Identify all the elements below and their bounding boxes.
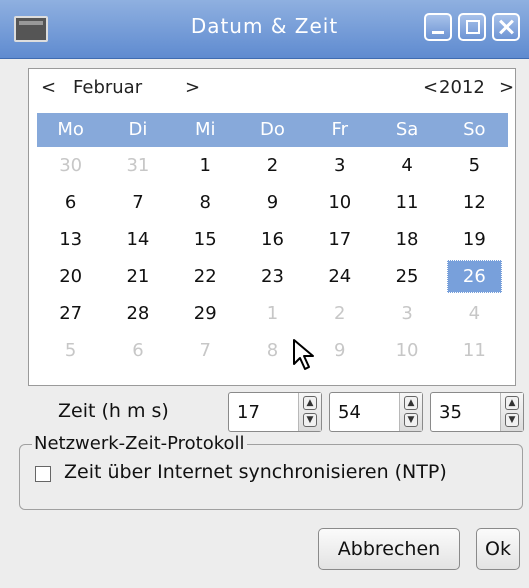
time-label: Zeit (h m s): [58, 400, 169, 422]
hours-spinbox[interactable]: 17 ▲ ▼: [228, 392, 322, 432]
month-label: Februar: [73, 77, 143, 98]
calendar-day[interactable]: 23: [239, 258, 306, 295]
calendar-day[interactable]: 4: [373, 147, 440, 184]
calendar-day[interactable]: 24: [306, 258, 373, 295]
calendar-day[interactable]: 22: [172, 258, 239, 295]
calendar-day[interactable]: 18: [373, 221, 440, 258]
hours-stepper[interactable]: ▲ ▼: [298, 393, 321, 431]
calendar-day[interactable]: 1: [239, 295, 306, 332]
weekday-label: Fr: [331, 119, 348, 140]
calendar-day[interactable]: 14: [104, 221, 171, 258]
calendar-day[interactable]: 3: [306, 147, 373, 184]
calendar-day[interactable]: 21: [104, 258, 171, 295]
hours-up-icon[interactable]: ▲: [303, 396, 317, 410]
ntp-checkbox[interactable]: [35, 466, 51, 482]
ntp-group-title: Netzwerk-Zeit-Protokoll: [32, 433, 247, 454]
weekday-label: So: [463, 119, 486, 140]
weekday-label: Do: [260, 119, 285, 140]
minutes-up-icon[interactable]: ▲: [404, 396, 418, 410]
calendar-day[interactable]: 28: [104, 295, 171, 332]
minutes-value: 54: [338, 402, 361, 423]
ntp-checkbox-label[interactable]: Zeit über Internet synchronisieren (NTP): [64, 461, 447, 483]
calendar-day[interactable]: 16: [239, 221, 306, 258]
calendar-day[interactable]: 1: [172, 147, 239, 184]
hours-down-icon[interactable]: ▼: [303, 413, 317, 427]
seconds-value: 35: [439, 402, 462, 423]
title-bar[interactable]: Datum & Zeit: [0, 0, 529, 59]
minutes-stepper[interactable]: ▲ ▼: [399, 393, 422, 431]
weekday-label: Mo: [57, 119, 84, 140]
date-time-window: Datum & Zeit < Februar > < 2012 > Mo Di …: [0, 0, 529, 588]
calendar-day[interactable]: 8: [172, 184, 239, 221]
calendar-day[interactable]: 3: [373, 295, 440, 332]
calendar-day[interactable]: 20: [37, 258, 104, 295]
mouse-pointer-icon: [293, 339, 314, 370]
calendar-day[interactable]: 9: [239, 184, 306, 221]
calendar-nav: < Februar > < 2012 >: [29, 69, 515, 111]
seconds-stepper[interactable]: ▲ ▼: [500, 393, 523, 431]
calendar-day[interactable]: 2: [306, 295, 373, 332]
calendar-day[interactable]: 17: [306, 221, 373, 258]
calendar-day[interactable]: 19: [441, 221, 508, 258]
day-grid: 30 31 1 2 3 4 5 6 7 8 9 10 11 12 13 14 15 16 17 18 19 20 21 22 2…: [37, 147, 508, 369]
hours-value: 17: [237, 402, 260, 423]
calendar-day[interactable]: 4: [441, 295, 508, 332]
minutes-spinbox[interactable]: 54 ▲ ▼: [329, 392, 423, 432]
calendar-day[interactable]: 10: [306, 184, 373, 221]
calendar-day[interactable]: 6: [37, 184, 104, 221]
calendar-day[interactable]: 29: [172, 295, 239, 332]
calendar-day[interactable]: 11: [441, 332, 508, 369]
calendar-day[interactable]: 5: [441, 147, 508, 184]
next-year-button[interactable]: >: [499, 77, 514, 98]
weekday-label: Sa: [395, 119, 419, 140]
calendar-day[interactable]: 30: [37, 147, 104, 184]
weekday-label: Mi: [194, 119, 216, 140]
prev-month-button[interactable]: <: [41, 77, 56, 98]
minimize-icon[interactable]: [424, 13, 452, 41]
calendar-day[interactable]: 31: [104, 147, 171, 184]
ok-button[interactable]: Ok: [476, 528, 520, 570]
calendar-day[interactable]: 25: [373, 258, 440, 295]
weekday-header: Mo Di Mi Do Fr Sa So: [37, 113, 508, 147]
seconds-down-icon[interactable]: ▼: [505, 413, 519, 427]
next-month-button[interactable]: >: [185, 77, 200, 98]
calendar-day[interactable]: 6: [104, 332, 171, 369]
seconds-up-icon[interactable]: ▲: [505, 396, 519, 410]
ntp-group: Netzwerk-Zeit-Protokoll Zeit über Intern…: [19, 433, 523, 510]
calendar-day[interactable]: 12: [441, 184, 508, 221]
calendar-day[interactable]: 2: [239, 147, 306, 184]
prev-year-button[interactable]: <: [423, 77, 438, 98]
calendar-day[interactable]: 10: [373, 332, 440, 369]
weekday-label: Di: [128, 119, 148, 140]
selected-day[interactable]: 26: [446, 260, 502, 293]
calendar-day[interactable]: 11: [373, 184, 440, 221]
calendar-day[interactable]: 7: [104, 184, 171, 221]
seconds-spinbox[interactable]: 35 ▲ ▼: [430, 392, 524, 432]
calendar-day[interactable]: 7: [172, 332, 239, 369]
close-icon[interactable]: [492, 13, 520, 41]
calendar-day[interactable]: 15: [172, 221, 239, 258]
year-label: 2012: [439, 77, 485, 98]
calendar-day[interactable]: 13: [37, 221, 104, 258]
minutes-down-icon[interactable]: ▼: [404, 413, 418, 427]
calendar-day[interactable]: 5: [37, 332, 104, 369]
cancel-button[interactable]: Abbrechen: [318, 528, 460, 570]
calendar-day[interactable]: 27: [37, 295, 104, 332]
calendar: < Februar > < 2012 > Mo Di Mi Do Fr Sa S…: [28, 68, 516, 386]
maximize-icon[interactable]: [458, 13, 486, 41]
